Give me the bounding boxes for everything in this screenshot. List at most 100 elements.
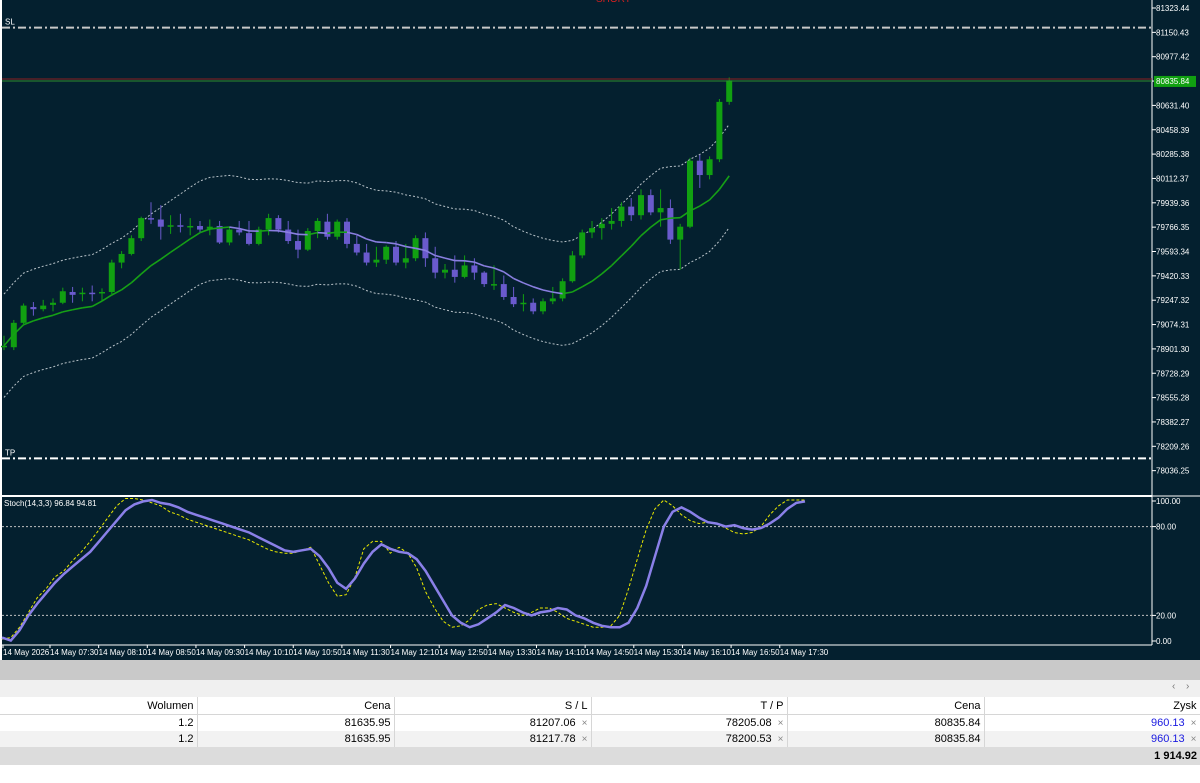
candle-body [638,195,644,216]
cell-volume: 1.2 [0,731,198,747]
cell-profit: 960.13 × [984,731,1200,747]
price-tick-label: 79074.31 [1156,321,1190,330]
candle-body [275,218,282,230]
candle-body [89,292,96,295]
stop-loss-label: SL [5,18,15,27]
candle-body [569,255,576,282]
candle-body [1,345,7,348]
moving-average-segment [327,231,338,235]
toolbar-strip [0,660,1200,680]
col-header-volume[interactable]: Wolumen [0,697,198,715]
price-tick-label: 78901.30 [1156,345,1190,354]
table-row[interactable]: 1.2 81635.95 81207.06 × 78205.08 × 80835.8… [0,714,1200,731]
cell-sl: 81217.78 × [394,731,592,747]
time-tick-label: 14 May 12:50 [439,648,488,657]
scroll-right-icon[interactable]: › [1186,681,1189,692]
candle-body [598,223,605,229]
time-tick-label: 14 May 14:50 [585,648,634,657]
moving-average-segment [219,226,230,229]
col-header-profit[interactable]: Zysk [984,697,1200,715]
candle-body [30,307,37,310]
candle-body [383,246,390,260]
moving-average-segment [317,231,328,235]
time-tick-label: 14 May 08:50 [147,648,196,657]
time-tick-label: 14 May 2026 [3,648,50,657]
candle-body [442,269,448,273]
total-row: 1 914.92 [0,747,1200,765]
cell-profit: 960.13 × [984,714,1200,731]
candle-body [157,219,164,227]
candle-body [667,208,674,240]
candle-body [481,272,488,285]
candle-body [118,253,125,263]
price-tick-label: 78382.27 [1156,418,1190,427]
sl-value[interactable]: 81207.06 [530,717,576,729]
col-header-sl[interactable]: S / L [394,697,592,715]
time-tick-label: 14 May 10:10 [245,648,294,657]
table-row[interactable]: 1.2 81635.95 81217.78 × 78200.53 × 80835.8… [0,731,1200,747]
candle-body [402,258,409,263]
price-tick-label: 78036.25 [1156,467,1190,476]
price-tick-label: 79766.35 [1156,223,1190,232]
table-header-row: Wolumen Cena S / L T / P Cena Zysk [0,697,1200,715]
close-position-icon[interactable]: × [1191,734,1197,745]
close-position-icon[interactable]: × [1191,718,1197,729]
remove-tp-icon[interactable]: × [778,734,784,745]
candle-body [716,101,723,160]
chart-area[interactable]: 81323.4481150.4380977.4280804.4280631.40… [0,0,1200,660]
moving-average-segment [670,216,681,220]
cell-open-price: 81635.95 [197,731,395,747]
stoch-tick-label: 0.00 [1156,637,1172,646]
candle-body [363,252,370,263]
candle-body [197,225,203,230]
cell-current-price: 80835.84 [787,731,985,747]
candle-body [20,305,27,323]
remove-sl-icon[interactable]: × [582,718,588,729]
price-tick-label: 80977.42 [1156,53,1190,62]
candle-body [128,238,135,254]
candle-body [618,206,625,221]
price-tick-label: 78555.28 [1156,394,1190,403]
time-tick-label: 14 May 07:30 [50,648,99,657]
remove-sl-icon[interactable]: × [582,734,588,745]
stoch-indicator-label: Stoch(14,3,3) 96.84 94.81 [4,499,97,508]
candle-body [579,232,586,256]
candle-body [79,292,86,295]
stoch-tick-label: 100.00 [1156,497,1181,506]
price-tick-label: 78728.29 [1156,369,1190,378]
tp-value[interactable]: 78205.08 [726,717,772,729]
remove-tp-icon[interactable]: × [778,718,784,729]
candle-body [99,291,105,294]
sl-value[interactable]: 81217.78 [530,733,576,745]
candle-body [40,305,47,310]
price-tick-label: 80631.40 [1156,101,1190,110]
candle-body [589,228,595,233]
col-header-current-price[interactable]: Cena [787,697,985,715]
trades-table: Wolumen Cena S / L T / P Cena Zysk 1.2 8… [0,697,1200,765]
col-header-open-price[interactable]: Cena [197,697,395,715]
stoch-tick-label: 20.00 [1156,611,1177,620]
cell-current-price: 80835.84 [787,714,985,731]
col-header-tp[interactable]: T / P [591,697,788,715]
candle-body [451,269,458,277]
candle-body [177,225,184,227]
candle-body [314,220,321,231]
candle-body [608,220,615,224]
candle-body [373,259,380,263]
terminal-tab-strip: ‹ › [0,680,1200,698]
candle-body [108,262,115,292]
time-tick-label: 14 May 09:30 [196,648,245,657]
price-chart[interactable]: 81323.4481150.4380977.4280804.4280631.40… [0,0,1200,660]
candle-body [167,225,174,227]
price-tick-label: 79247.32 [1156,296,1190,305]
scroll-left-icon[interactable]: ‹ [1172,681,1175,692]
candle-body [226,229,233,243]
candle-body [138,218,145,239]
candle-body [471,265,478,273]
main-plot-bg [2,0,1152,495]
tp-value[interactable]: 78200.53 [726,733,772,745]
candle-body [530,302,537,312]
candle-body [59,291,66,303]
moving-average-segment [258,229,269,233]
moving-average-segment [376,241,387,244]
